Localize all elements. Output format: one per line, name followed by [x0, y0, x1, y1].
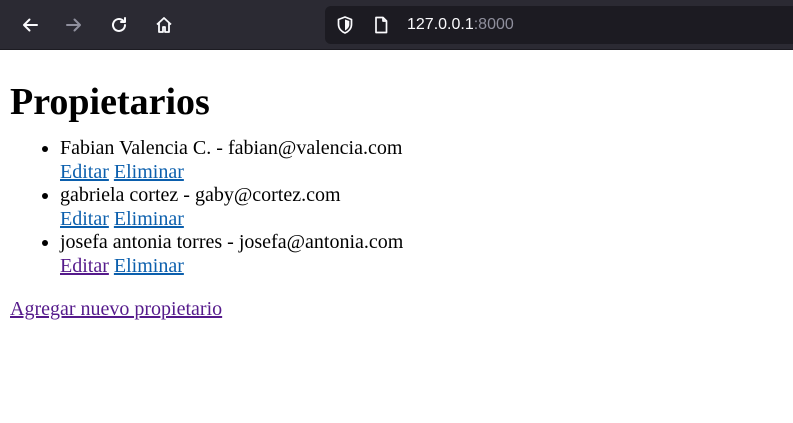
- owner-name: josefa antonia torres: [60, 231, 223, 253]
- shield-icon[interactable]: [335, 15, 355, 35]
- edit-link[interactable]: Editar: [60, 255, 109, 277]
- add-owner-link[interactable]: Agregar nuevo propietario: [10, 298, 222, 321]
- owner-email: fabian@valencia.com: [227, 137, 403, 159]
- owner-email: gaby@cortez.com: [194, 184, 341, 206]
- reload-icon: [112, 17, 126, 32]
- page-info-icon[interactable]: [371, 15, 391, 35]
- separator: -: [211, 137, 228, 159]
- page-title: Propietarios: [10, 81, 210, 123]
- owners-list: Fabian Valencia C. - fabian@valencia.com…: [10, 137, 783, 278]
- url-text[interactable]: 127.0.0.1:8000: [407, 16, 514, 34]
- browser-toolbar: 127.0.0.1:8000: [0, 0, 793, 50]
- separator: -: [222, 231, 239, 253]
- back-arrow-icon: [23, 18, 38, 32]
- list-item: gabriela cortez - gaby@cortez.com Editar…: [60, 184, 783, 231]
- back-button[interactable]: [14, 9, 46, 41]
- delete-link[interactable]: Eliminar: [114, 255, 184, 277]
- forward-button[interactable]: [58, 9, 90, 41]
- reload-button[interactable]: [103, 9, 135, 41]
- delete-link[interactable]: Eliminar: [114, 161, 184, 183]
- home-icon: [156, 17, 172, 33]
- edit-link[interactable]: Editar: [60, 161, 109, 183]
- owner-name: Fabian Valencia C.: [60, 137, 212, 159]
- page-content: Propietarios Fabian Valencia C. - fabian…: [0, 80, 793, 321]
- url-bar[interactable]: 127.0.0.1:8000: [325, 6, 793, 44]
- list-item: josefa antonia torres - josefa@antonia.c…: [60, 231, 783, 278]
- url-port: :8000: [473, 16, 514, 33]
- forward-arrow-icon: [66, 18, 81, 32]
- delete-link[interactable]: Eliminar: [114, 208, 184, 230]
- url-host: 127.0.0.1: [407, 16, 474, 33]
- separator: -: [178, 184, 195, 206]
- list-item: Fabian Valencia C. - fabian@valencia.com…: [60, 137, 783, 184]
- edit-link[interactable]: Editar: [60, 208, 109, 230]
- home-button[interactable]: [148, 9, 180, 41]
- owner-name: gabriela cortez: [60, 184, 179, 206]
- owner-email: josefa@antonia.com: [238, 231, 404, 253]
